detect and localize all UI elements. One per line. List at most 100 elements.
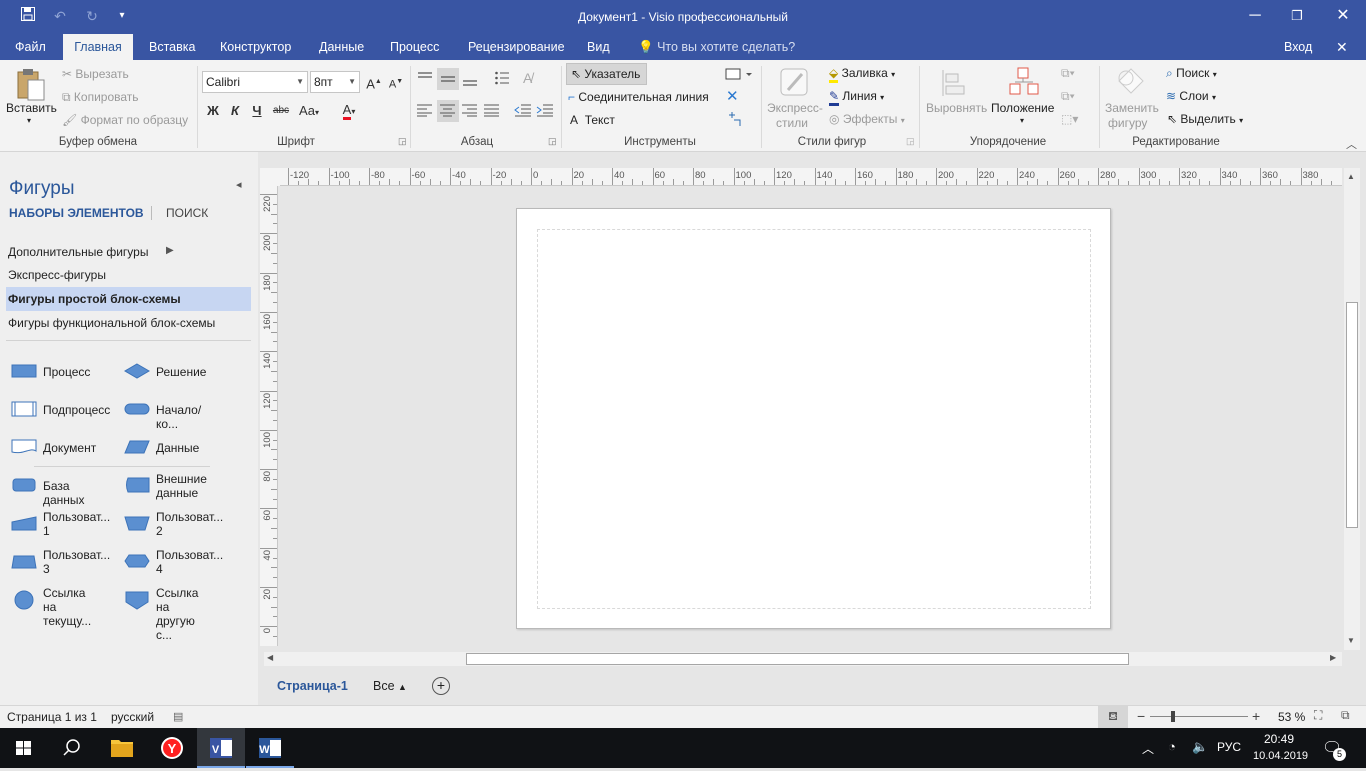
quick-styles-label-2[interactable]: стили [776, 116, 808, 130]
tray-chevron-up-icon[interactable]: ︿ [1142, 740, 1154, 757]
align-middle-icon[interactable] [437, 68, 459, 90]
position-dropdown-icon[interactable]: ▾ [1020, 116, 1024, 125]
tab-file[interactable]: Файл [9, 34, 52, 60]
group-icon[interactable]: ⬚▾ [1061, 112, 1078, 126]
collapse-panel-icon[interactable]: ◂ [236, 178, 242, 191]
bring-forward-icon[interactable]: ⧉▾ [1061, 66, 1075, 81]
scroll-left-icon[interactable]: ◀ [267, 653, 273, 662]
increase-indent-icon[interactable] [536, 103, 554, 120]
paste-dropdown-icon[interactable]: ▾ [27, 116, 31, 125]
close-ribbon-icon[interactable]: ✕ [1330, 34, 1354, 60]
send-backward-icon[interactable]: ⧉▾ [1061, 89, 1075, 104]
align-shapes-icon[interactable] [940, 68, 970, 101]
yandex-browser-button[interactable]: Y [148, 728, 196, 768]
change-case-button[interactable]: Aa▾ [294, 101, 324, 121]
fill-button[interactable]: ⬙ Заливка ▾ [829, 66, 895, 83]
page-number-status[interactable]: Страница 1 из 1 [7, 710, 97, 724]
paste-icon[interactable] [14, 66, 48, 102]
align-top-icon[interactable] [416, 70, 434, 89]
grow-font-button[interactable]: A▲ [364, 72, 384, 92]
connection-point-icon[interactable] [726, 112, 742, 131]
effects-button[interactable]: ◎ Эффекты ▾ [829, 112, 905, 126]
connector-tool-button[interactable]: ⌐ Соединительная линия [568, 90, 709, 104]
drawing-page[interactable] [516, 208, 1111, 629]
network-icon[interactable]: ◔ [1168, 739, 1176, 754]
position-button[interactable]: Положение [991, 101, 1054, 115]
input-language[interactable]: РУС [1217, 740, 1241, 754]
align-right-icon[interactable] [461, 103, 479, 120]
zoom-slider-track[interactable] [1150, 716, 1248, 717]
tab-data[interactable]: Данные [313, 34, 370, 60]
file-explorer-button[interactable] [98, 728, 146, 768]
collapse-ribbon-icon[interactable]: ︿ [1346, 136, 1357, 152]
change-shape-label-1[interactable]: Заменить [1105, 101, 1159, 115]
cut-button[interactable]: ✂ Вырезать [62, 67, 129, 81]
minimize-button[interactable]: ─ [1232, 0, 1278, 34]
select-button[interactable]: ⇖ Выделить ▾ [1167, 112, 1243, 126]
paste-button[interactable]: Вставить [6, 101, 57, 115]
presentation-mode-icon[interactable]: ⛾ [1098, 706, 1128, 728]
zoom-slider-thumb[interactable] [1171, 711, 1175, 722]
font-size-select[interactable]: 8пт ▼ [310, 71, 360, 93]
position-icon[interactable] [1008, 66, 1040, 101]
search-button[interactable] [48, 728, 96, 768]
change-shape-icon[interactable] [1114, 66, 1148, 101]
horizontal-scroll-thumb[interactable] [466, 653, 1129, 665]
shrink-font-button[interactable]: A▼ [386, 72, 406, 92]
styles-dialog-launcher-icon[interactable]: ◲ [906, 136, 915, 147]
text-rotate-icon[interactable]: A̸ [523, 70, 532, 86]
visio-taskbar-button[interactable]: V [197, 728, 245, 768]
scroll-up-icon[interactable]: ▲ [1347, 172, 1355, 181]
tell-me-box[interactable]: 💡 Что вы хотите сделать? [632, 34, 801, 60]
macro-record-icon[interactable]: ▤ [173, 710, 183, 723]
horizontal-ruler[interactable]: -120 -100 -80 -60 -40 -20 0 20 40 60 80 100 120 140 16… [280, 168, 1342, 186]
align-button[interactable]: Выровнять [926, 101, 987, 115]
fit-page-icon[interactable]: ⛶ [1314, 708, 1322, 723]
find-button[interactable]: ⌕ Поиск ▾ [1166, 66, 1217, 81]
pointer-tool-button[interactable]: ⇖ Указатель [566, 63, 648, 85]
tab-review[interactable]: Рецензирование [462, 34, 571, 60]
stencil-quick-shapes[interactable]: Экспресс-фигуры [8, 268, 106, 282]
clock-time[interactable]: 20:49 [1264, 732, 1294, 746]
close-x-icon[interactable]: ✕ [726, 87, 739, 105]
tab-stencils[interactable]: НАБОРЫ ЭЛЕМЕНТОВ [9, 206, 144, 220]
layers-button[interactable]: ≋ Слои ▾ [1166, 89, 1216, 103]
stencil-cross-functional[interactable]: Фигуры функциональной блок-схемы [8, 316, 215, 330]
paragraph-dialog-launcher-icon[interactable]: ◲ [548, 136, 557, 147]
font-family-select[interactable]: Calibri ▼ [202, 71, 308, 93]
tab-process[interactable]: Процесс [384, 34, 445, 60]
text-tool-button[interactable]: A Текст [570, 113, 615, 127]
restore-button[interactable]: ❐ [1274, 0, 1320, 34]
vertical-scroll-thumb[interactable] [1346, 302, 1358, 528]
tab-search[interactable]: ПОИСК [166, 206, 208, 220]
align-bottom-icon[interactable] [461, 70, 479, 91]
zoom-level[interactable]: 53 % [1278, 710, 1305, 724]
copy-button[interactable]: ⧉ Копировать [62, 90, 139, 105]
volume-icon[interactable]: 🔈 [1192, 739, 1208, 755]
line-button[interactable]: ✎ Линия ▾ [829, 89, 884, 106]
align-center-icon[interactable] [437, 100, 459, 122]
zoom-out-button[interactable]: − [1137, 708, 1145, 724]
format-painter-button[interactable]: 🖌 Формат по образцу [62, 113, 188, 127]
bold-button[interactable]: Ж [203, 101, 223, 121]
all-pages-button[interactable]: Все ▲ [373, 679, 407, 693]
scroll-right-icon[interactable]: ▶ [1330, 653, 1336, 662]
decrease-indent-icon[interactable] [514, 103, 532, 120]
zoom-in-button[interactable]: + [1252, 708, 1260, 724]
font-color-button[interactable]: A▾ [334, 100, 364, 120]
switch-windows-icon[interactable]: ⧉ [1341, 708, 1350, 723]
close-button[interactable]: ✕ [1320, 0, 1366, 34]
vertical-ruler[interactable]: 220 200 180 160 140 120 100 80 60 40 20 0 [260, 186, 278, 646]
horizontal-scrollbar[interactable]: ◀ ▶ [264, 652, 1342, 666]
word-taskbar-button[interactable]: W [246, 728, 294, 768]
align-left-icon[interactable] [416, 103, 434, 120]
tab-insert[interactable]: Вставка [143, 34, 201, 60]
font-dialog-launcher-icon[interactable]: ◲ [398, 136, 407, 147]
quick-styles-label-1[interactable]: Экспресс- [767, 101, 823, 115]
change-shape-label-2[interactable]: фигуру [1108, 116, 1147, 130]
quick-styles-icon[interactable] [778, 66, 812, 103]
tab-page-1[interactable]: Страница-1 [277, 679, 348, 693]
stencil-more-shapes[interactable]: Дополнительные фигуры ▶ [8, 245, 174, 259]
bullets-icon[interactable] [494, 70, 510, 89]
sign-in-link[interactable]: Вход [1278, 34, 1318, 60]
